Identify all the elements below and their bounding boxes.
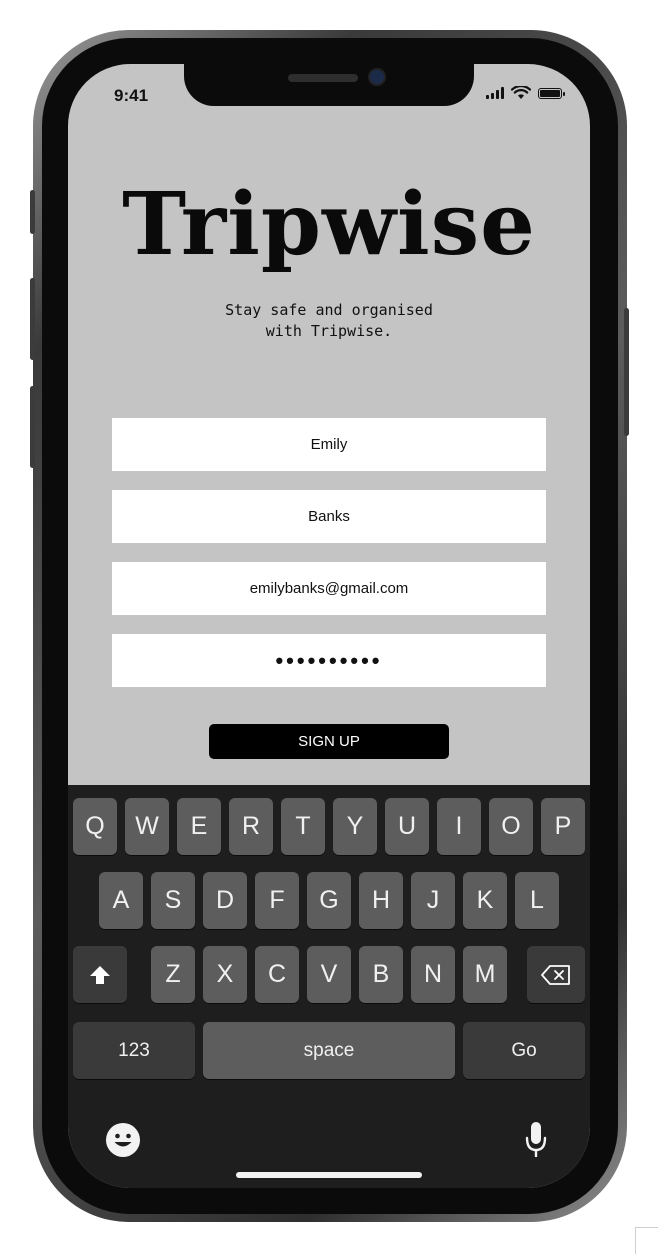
first-name-field[interactable]: Emily: [112, 418, 546, 471]
speaker-grille: [288, 74, 358, 82]
volume-up-button: [30, 278, 35, 360]
key-p[interactable]: P: [541, 798, 585, 855]
key-s[interactable]: S: [151, 872, 195, 929]
cellular-signal-icon: [486, 87, 504, 99]
key-d[interactable]: D: [203, 872, 247, 929]
key-a[interactable]: A: [99, 872, 143, 929]
go-key[interactable]: Go: [463, 1022, 585, 1079]
home-indicator[interactable]: [236, 1172, 422, 1178]
status-time: 9:41: [114, 86, 149, 105]
key-v[interactable]: V: [307, 946, 351, 1003]
tagline: Stay safe and organised with Tripwise.: [68, 300, 590, 342]
key-e[interactable]: E: [177, 798, 221, 855]
status-icons: [486, 86, 565, 100]
key-x[interactable]: X: [203, 946, 247, 1003]
app-logo: Tripwise: [122, 174, 536, 275]
key-i[interactable]: I: [437, 798, 481, 855]
backspace-key[interactable]: [527, 946, 585, 1003]
signup-button[interactable]: SIGN UP: [209, 724, 449, 759]
key-o[interactable]: O: [489, 798, 533, 855]
key-t[interactable]: T: [281, 798, 325, 855]
battery-icon: [538, 87, 565, 99]
numbers-key[interactable]: 123: [73, 1022, 195, 1079]
key-f[interactable]: F: [255, 872, 299, 929]
tagline-line-2: with Tripwise.: [265, 322, 393, 340]
notch: [184, 64, 474, 106]
key-w[interactable]: W: [125, 798, 169, 855]
front-camera: [370, 70, 384, 84]
key-r[interactable]: R: [229, 798, 273, 855]
volume-down-button: [30, 386, 35, 468]
key-u[interactable]: U: [385, 798, 429, 855]
key-n[interactable]: N: [411, 946, 455, 1003]
key-k[interactable]: K: [463, 872, 507, 929]
key-m[interactable]: M: [463, 946, 507, 1003]
mute-switch: [30, 190, 35, 234]
key-z[interactable]: Z: [151, 946, 195, 1003]
key-j[interactable]: J: [411, 872, 455, 929]
space-key[interactable]: space: [203, 1022, 455, 1079]
key-g[interactable]: G: [307, 872, 351, 929]
shift-key[interactable]: [73, 946, 127, 1003]
key-b[interactable]: B: [359, 946, 403, 1003]
emoji-icon[interactable]: [106, 1123, 140, 1157]
shift-icon: [90, 965, 110, 984]
password-field[interactable]: ••••••••••: [112, 634, 546, 687]
tagline-line-1: Stay safe and organised: [225, 301, 433, 319]
phone-screen: 9:41 Tripwise Stay safe and organised wi…: [68, 64, 590, 1188]
corner-mark: [635, 1227, 658, 1254]
key-l[interactable]: L: [515, 872, 559, 929]
key-y[interactable]: Y: [333, 798, 377, 855]
key-q[interactable]: Q: [73, 798, 117, 855]
last-name-field[interactable]: Banks: [112, 490, 546, 543]
email-field[interactable]: emilybanks@gmail.com: [112, 562, 546, 615]
microphone-icon[interactable]: [525, 1120, 547, 1160]
power-button: [624, 308, 629, 436]
wifi-icon: [511, 86, 531, 99]
key-h[interactable]: H: [359, 872, 403, 929]
key-c[interactable]: C: [255, 946, 299, 1003]
backspace-icon: [541, 964, 570, 985]
